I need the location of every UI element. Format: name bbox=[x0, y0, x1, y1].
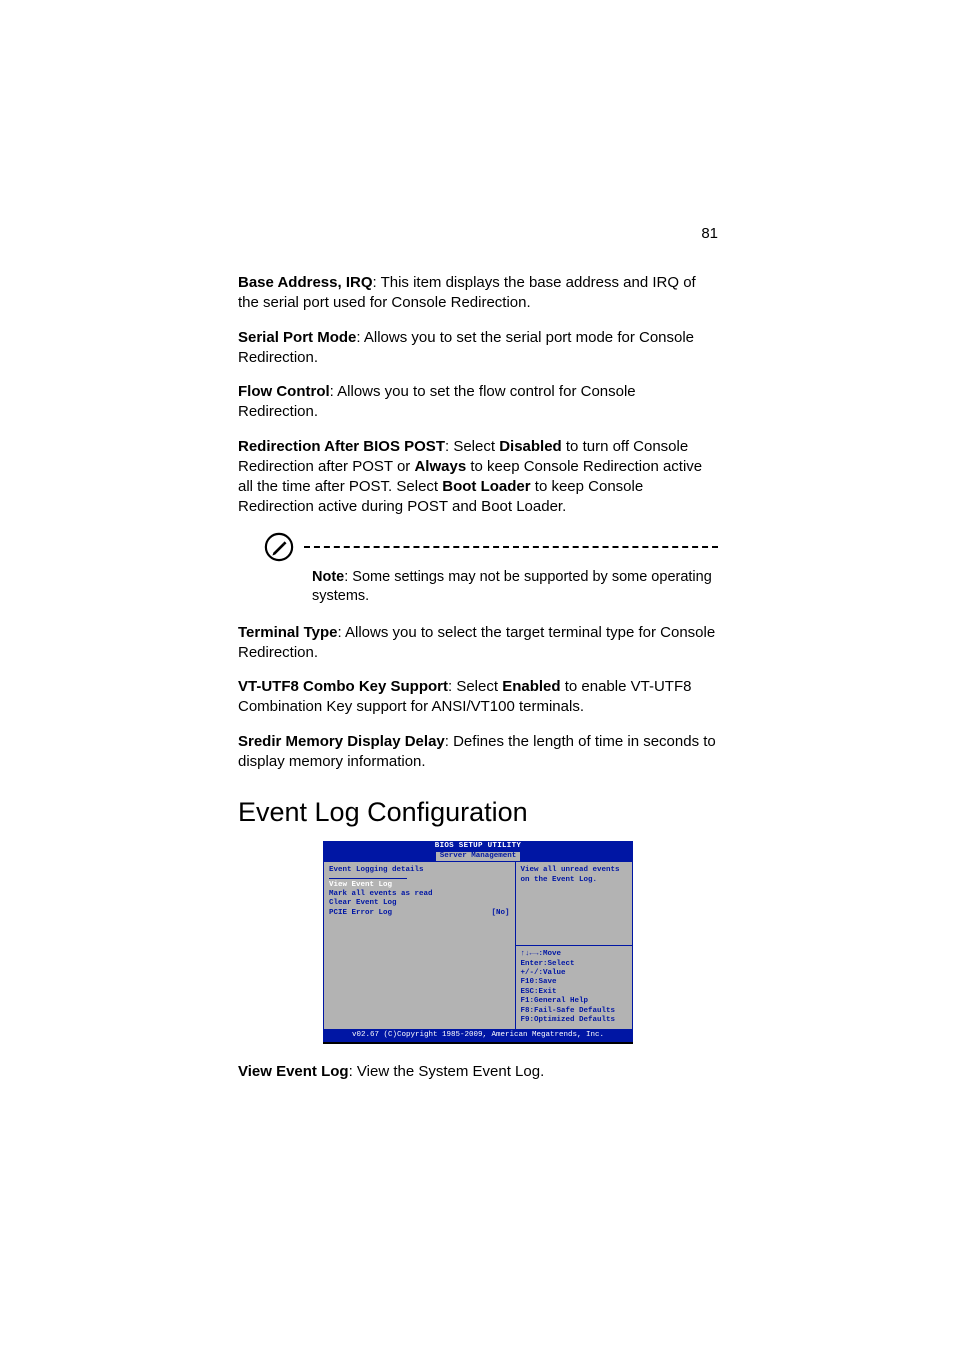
label: Base Address, IRQ bbox=[238, 274, 373, 291]
item-base-address: Base Address, IRQ: This item displays th… bbox=[238, 273, 718, 314]
item-sredir: Sredir Memory Display Delay: Defines the… bbox=[238, 732, 718, 773]
key-select: Enter:Select bbox=[521, 960, 627, 969]
note-pencil-icon bbox=[264, 532, 294, 562]
help-line-1: View all unread events bbox=[521, 866, 627, 875]
bios-left-pane: Event Logging details View Event Log Mar… bbox=[323, 862, 516, 1030]
note-body: : Some settings may not be supported by … bbox=[312, 569, 712, 605]
dashed-divider bbox=[304, 546, 718, 548]
item-redirection-post: Redirection After BIOS POST: Select Disa… bbox=[238, 437, 718, 518]
bios-tab-server-management[interactable]: Server Management bbox=[436, 852, 521, 861]
always: Always bbox=[414, 458, 466, 475]
bios-item-clear-log[interactable]: Clear Event Log bbox=[329, 899, 510, 908]
key-help: F1:General Help bbox=[521, 997, 627, 1006]
key-exit: ESC:Exit bbox=[521, 988, 627, 997]
bios-divider bbox=[329, 878, 407, 879]
bios-pcie-value: [No] bbox=[492, 909, 510, 918]
section-heading: Event Log Configuration bbox=[238, 794, 718, 830]
page-number: 81 bbox=[701, 225, 718, 242]
label: Sredir Memory Display Delay bbox=[238, 733, 445, 750]
bios-screenshot: BIOS SETUP UTILITY Server Management Eve… bbox=[323, 841, 633, 1044]
page-content: 81 Base Address, IRQ: This item displays… bbox=[238, 225, 718, 1096]
key-save: F10:Save bbox=[521, 978, 627, 987]
t1: : Select bbox=[445, 438, 499, 455]
enabled: Enabled bbox=[502, 678, 560, 695]
bios-body: Event Logging details View Event Log Mar… bbox=[323, 862, 633, 1030]
label: Flow Control bbox=[238, 383, 330, 400]
label: Terminal Type bbox=[238, 624, 337, 641]
t1: : Select bbox=[448, 678, 502, 695]
bios-help-text: View all unread events on the Event Log. bbox=[516, 862, 632, 945]
key-move: ↑↓←→:Move bbox=[521, 950, 627, 959]
item-flow-control: Flow Control: Allows you to set the flow… bbox=[238, 382, 718, 423]
item-vtutf8: VT-UTF8 Combo Key Support: Select Enable… bbox=[238, 677, 718, 718]
key-failsafe: F8:Fail-Safe Defaults bbox=[521, 1007, 627, 1016]
item-serial-port-mode: Serial Port Mode: Allows you to set the … bbox=[238, 328, 718, 369]
help-line-2: on the Event Log. bbox=[521, 876, 627, 885]
bios-right-pane: View all unread events on the Event Log.… bbox=[516, 862, 633, 1030]
bios-item-pcie-error-log[interactable]: PCIE Error Log [No] bbox=[329, 909, 510, 918]
bios-key-legend: ↑↓←→:Move Enter:Select +/-/:Value F10:Sa… bbox=[516, 945, 632, 1029]
key-value: +/-/:Value bbox=[521, 969, 627, 978]
bios-item-view-event-log[interactable]: View Event Log bbox=[329, 881, 510, 890]
bios-left-title: Event Logging details bbox=[329, 866, 510, 875]
item-terminal-type: Terminal Type: Allows you to select the … bbox=[238, 623, 718, 664]
label: Serial Port Mode bbox=[238, 329, 356, 346]
item-view-event-log: View Event Log: View the System Event Lo… bbox=[238, 1062, 718, 1082]
bios-title: BIOS SETUP UTILITY bbox=[323, 841, 633, 852]
bios-item-mark-read[interactable]: Mark all events as read bbox=[329, 890, 510, 899]
label: VT-UTF8 Combo Key Support bbox=[238, 678, 448, 695]
key-optimized: F9:Optimized Defaults bbox=[521, 1016, 627, 1025]
note-icon-row bbox=[264, 532, 718, 562]
note-label: Note bbox=[312, 569, 344, 585]
bios-footer: v02.67 (C)Copyright 1985-2009, American … bbox=[323, 1030, 633, 1041]
label: Redirection After BIOS POST bbox=[238, 438, 445, 455]
text: : View the System Event Log. bbox=[349, 1063, 545, 1080]
bios-pcie-label: PCIE Error Log bbox=[329, 909, 392, 918]
disabled: Disabled bbox=[499, 438, 562, 455]
body-text: Base Address, IRQ: This item displays th… bbox=[238, 273, 718, 1082]
bios-tab-bar: Server Management bbox=[323, 852, 633, 862]
note-text: Note: Some settings may not be supported… bbox=[312, 568, 718, 607]
label: View Event Log bbox=[238, 1063, 349, 1080]
bootloader: Boot Loader bbox=[442, 478, 530, 495]
note-block: Note: Some settings may not be supported… bbox=[238, 532, 718, 607]
